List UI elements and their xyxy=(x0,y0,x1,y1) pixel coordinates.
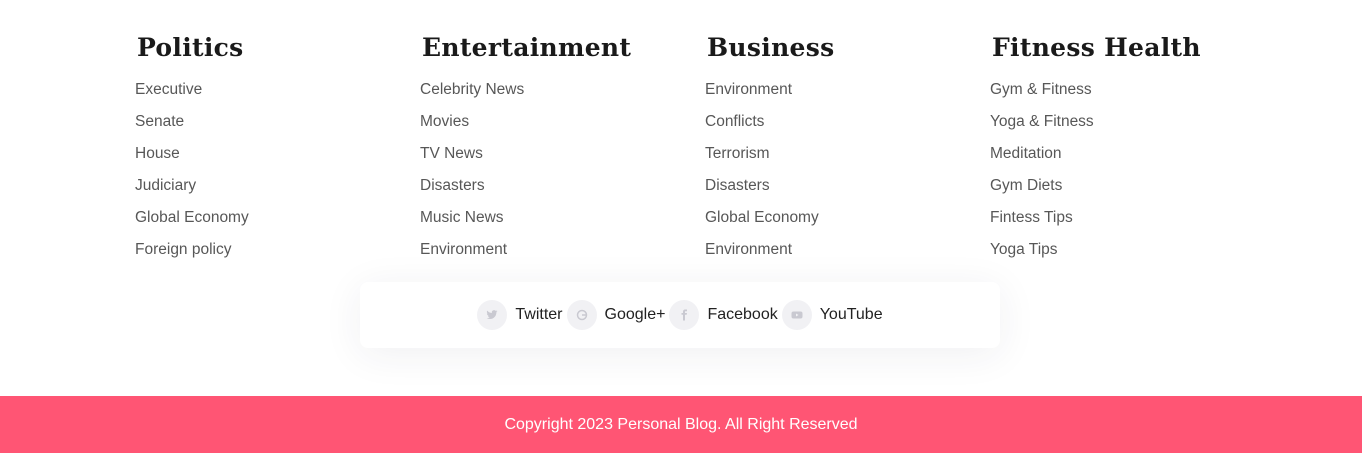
footer-link[interactable]: Movies xyxy=(420,110,705,142)
footer-link[interactable]: Music News xyxy=(420,206,705,238)
facebook-link[interactable]: Facebook xyxy=(669,300,778,330)
footer-link[interactable]: Executive xyxy=(135,78,420,110)
facebook-icon xyxy=(669,300,700,330)
footer-link[interactable]: Disasters xyxy=(705,174,990,206)
column-link-list: Celebrity News Movies TV News Disasters … xyxy=(420,78,705,270)
column-link-list: Executive Senate House Judiciary Global … xyxy=(135,78,420,270)
footer-link[interactable]: Senate xyxy=(135,110,420,142)
copyright-bar: Copyright 2023 Personal Blog. All Right … xyxy=(0,396,1362,453)
footer-link[interactable]: Meditation xyxy=(990,142,1275,174)
footer-column-politics: Politics Executive Senate House Judiciar… xyxy=(135,30,420,270)
social-label: Twitter xyxy=(515,306,563,323)
twitter-link[interactable]: Twitter xyxy=(477,300,563,330)
google-plus-icon xyxy=(566,300,597,330)
footer-link[interactable]: Environment xyxy=(420,238,705,270)
footer-link[interactable]: Disasters xyxy=(420,174,705,206)
footer-link[interactable]: Yoga Tips xyxy=(990,238,1275,270)
column-link-list: Gym & Fitness Yoga & Fitness Meditation … xyxy=(990,78,1275,270)
footer-link[interactable]: Conflicts xyxy=(705,110,990,142)
footer-link[interactable]: Global Economy xyxy=(705,206,990,238)
google-plus-link[interactable]: Google+ xyxy=(566,300,666,330)
footer-column-entertainment: Entertainment Celebrity News Movies TV N… xyxy=(420,30,705,270)
social-label: Facebook xyxy=(707,306,778,323)
footer-column-fitness-health: Fitness Health Gym & Fitness Yoga & Fitn… xyxy=(990,30,1275,270)
footer-columns: Politics Executive Senate House Judiciar… xyxy=(135,30,1275,270)
footer-link[interactable]: Global Economy xyxy=(135,206,420,238)
copyright-text: Copyright 2023 Personal Blog. All Right … xyxy=(504,415,858,433)
youtube-link[interactable]: YouTube xyxy=(781,300,883,330)
footer-link[interactable]: Fintess Tips xyxy=(990,206,1275,238)
column-title: Fitness Health xyxy=(992,33,1201,62)
column-title: Entertainment xyxy=(422,33,632,62)
social-links-box: Twitter Google+ Facebook YouTube xyxy=(360,282,1000,348)
twitter-icon xyxy=(477,300,508,330)
footer-link[interactable]: Gym Diets xyxy=(990,174,1275,206)
footer-link[interactable]: House xyxy=(135,142,420,174)
column-link-list: Environment Conflicts Terrorism Disaster… xyxy=(705,78,990,270)
footer-link[interactable]: Environment xyxy=(705,238,990,270)
youtube-icon xyxy=(781,300,812,330)
footer-link[interactable]: Terrorism xyxy=(705,142,990,174)
footer-link[interactable]: TV News xyxy=(420,142,705,174)
column-title: Business xyxy=(707,33,835,62)
footer-column-business: Business Environment Conflicts Terrorism… xyxy=(705,30,990,270)
social-label: Google+ xyxy=(604,306,666,323)
column-title: Politics xyxy=(137,33,244,62)
footer-link[interactable]: Gym & Fitness xyxy=(990,78,1275,110)
footer-link[interactable]: Yoga & Fitness xyxy=(990,110,1275,142)
footer-link[interactable]: Environment xyxy=(705,78,990,110)
social-label: YouTube xyxy=(819,306,883,323)
footer-link[interactable]: Judiciary xyxy=(135,174,420,206)
footer-link[interactable]: Celebrity News xyxy=(420,78,705,110)
footer-link[interactable]: Foreign policy xyxy=(135,238,420,270)
